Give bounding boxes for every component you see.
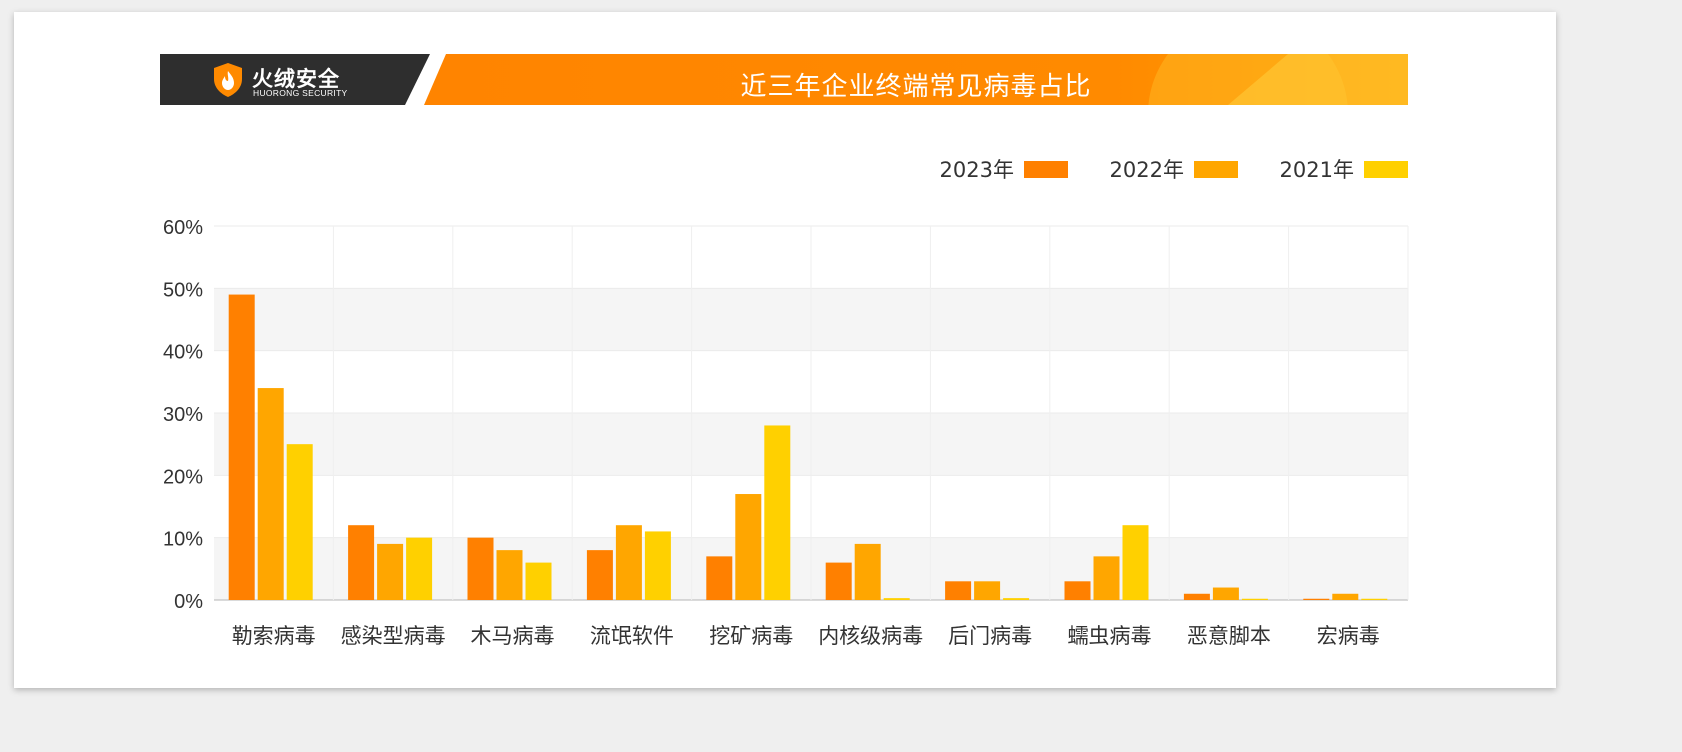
bar: [257, 388, 284, 600]
bar: [644, 531, 671, 600]
y-tick-label: 0%: [174, 591, 203, 613]
bar: [974, 581, 1001, 600]
bar: [348, 525, 375, 600]
y-tick-label: 10%: [163, 529, 203, 551]
bar: [1003, 598, 1030, 600]
legend: 2021年 2022年 2023年: [940, 158, 1408, 182]
y-tick-label: 60%: [163, 217, 203, 239]
y-tick-label: 40%: [163, 342, 203, 364]
x-tick-label: 挖矿病毒: [709, 624, 793, 648]
bar: [1241, 598, 1268, 600]
x-tick-label: 勒索病毒: [232, 624, 316, 648]
bar: [825, 562, 852, 600]
bar: [586, 550, 613, 600]
bar: [854, 543, 881, 600]
y-axis-ticks: 0% 10% 20% 30% 40% 50% 60%: [163, 217, 203, 613]
x-tick-label: 宏病毒: [1317, 624, 1380, 648]
x-tick-label: 感染型病毒: [341, 624, 446, 648]
legend-swatch: [1024, 161, 1068, 178]
bar: [406, 537, 433, 600]
bar: [735, 494, 762, 600]
bar: [1064, 581, 1091, 600]
bar: [286, 444, 313, 600]
bar-chart: 0% 10% 20% 30% 40% 50% 60% 勒索病毒 感染型病毒 木马病毒 流氓软件 挖矿…: [163, 158, 1409, 648]
x-tick-label: 后门病毒: [948, 624, 1032, 648]
y-tick-label: 50%: [163, 279, 203, 301]
x-tick-label: 蠕虫病毒: [1068, 624, 1152, 648]
legend-label: 2022年: [1110, 158, 1184, 182]
x-tick-label: 木马病毒: [471, 624, 555, 648]
bar: [1122, 525, 1149, 600]
x-tick-label: 恶意脚本: [1187, 624, 1271, 648]
bar: [228, 294, 255, 600]
bar: [764, 425, 791, 600]
bar: [1361, 598, 1388, 600]
bar: [945, 581, 972, 600]
bar: [1212, 587, 1239, 600]
bar: [467, 537, 494, 600]
x-tick-label: 流氓软件: [590, 624, 674, 648]
y-tick-label: 20%: [163, 466, 203, 488]
bar: [1332, 593, 1359, 600]
legend-label: 2023年: [940, 158, 1014, 182]
bar: [525, 562, 552, 600]
bar: [883, 598, 910, 600]
legend-label: 2021年: [1280, 158, 1354, 182]
bar: [706, 556, 733, 600]
bar: [496, 550, 523, 600]
bar: [615, 525, 642, 600]
bar: [1303, 598, 1330, 600]
bar: [1183, 593, 1210, 600]
legend-swatch: [1364, 161, 1408, 178]
legend-swatch: [1194, 161, 1238, 178]
bar: [377, 543, 404, 600]
x-axis-labels: 勒索病毒 感染型病毒 木马病毒 流氓软件 挖矿病毒 内核级病毒 后门病毒 蠕虫病毒 恶意脚本 宏病…: [232, 624, 1380, 648]
x-tick-label: 内核级病毒: [818, 624, 923, 648]
bar: [1093, 556, 1120, 600]
y-tick-label: 30%: [163, 404, 203, 426]
